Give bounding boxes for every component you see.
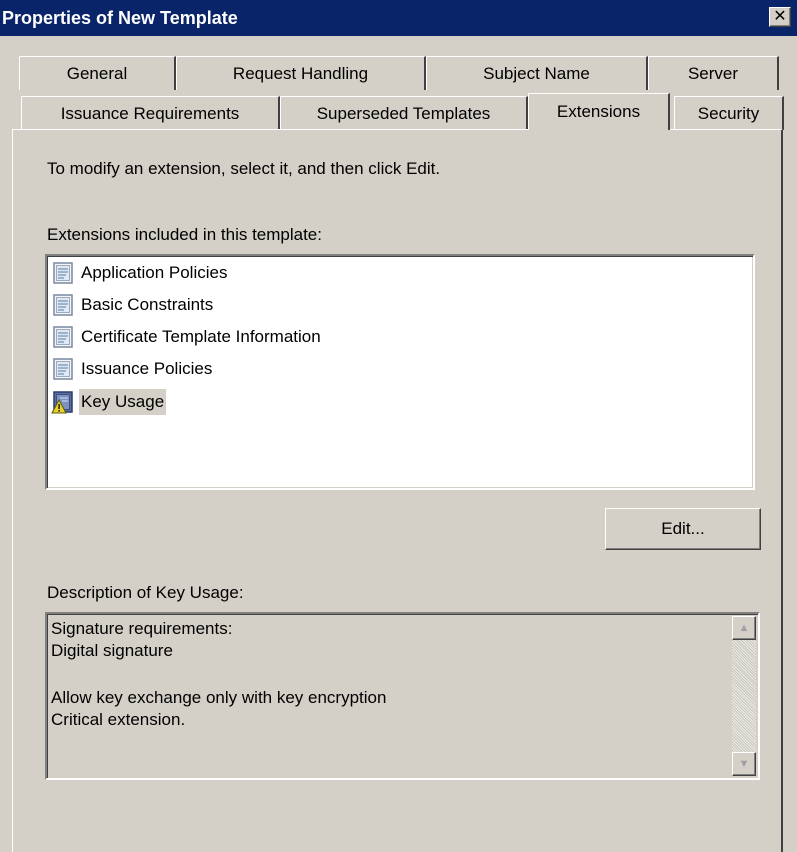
tab-security[interactable]: Security (674, 96, 784, 130)
list-item-label: Issuance Policies (81, 359, 213, 378)
list-item-label: Basic Constraints (81, 295, 214, 314)
description-line: Digital signature (51, 641, 173, 660)
scroll-up-button[interactable]: ▲ (732, 616, 756, 640)
tab-superseded-templates[interactable]: Superseded Templates (280, 96, 528, 130)
extension-icon (53, 294, 73, 316)
extension-icon (53, 358, 73, 380)
down-arrow-icon: ▼ (738, 758, 750, 770)
tab-subject-name[interactable]: Subject Name (426, 56, 648, 90)
tab-server[interactable]: Server (648, 56, 779, 90)
description-line: Signature requirements: (51, 619, 233, 638)
tab-extensions[interactable]: Extensions (528, 93, 670, 130)
list-item-label: Key Usage (79, 389, 167, 415)
description-label: Description of Key Usage: (47, 583, 244, 602)
list-item-key-usage[interactable]: Key Usage (51, 387, 167, 417)
up-arrow-icon: ▲ (738, 622, 750, 634)
tab-request-handling[interactable]: Request Handling (176, 56, 426, 90)
extensions-list[interactable]: Application Policies Basic Constraints C… (45, 254, 755, 490)
list-item-application-policies[interactable]: Application Policies (51, 258, 229, 288)
tab-issuance-requirements[interactable]: Issuance Requirements (21, 96, 280, 130)
window-title: Properties of New Template (2, 7, 238, 28)
description-scrollbar[interactable]: ▲ ▼ (732, 616, 756, 776)
title-bar: Properties of New Template ✕ (0, 0, 797, 36)
description-textbox[interactable]: Signature requirements: Digital signatur… (45, 612, 760, 780)
description-line: Critical extension. (51, 710, 186, 729)
list-item-issuance-policies[interactable]: Issuance Policies (51, 354, 214, 384)
scroll-down-button[interactable]: ▼ (732, 752, 756, 776)
extension-icon (53, 326, 73, 348)
list-item-basic-constraints[interactable]: Basic Constraints (51, 290, 215, 320)
instruction-text: To modify an extension, select it, and t… (47, 159, 441, 178)
edit-button[interactable]: Edit... (605, 508, 761, 550)
critical-extension-warning-icon (51, 391, 73, 414)
list-item-label: Application Policies (81, 263, 228, 282)
tab-general[interactable]: General (19, 56, 176, 90)
extension-icon (53, 262, 73, 284)
close-button[interactable]: ✕ (769, 7, 791, 27)
extensions-list-label: Extensions included in this template: (47, 225, 322, 244)
list-item-label: Certificate Template Information (81, 327, 321, 346)
close-icon: ✕ (773, 8, 787, 25)
description-line: Allow key exchange only with key encrypt… (51, 688, 387, 707)
list-item-certificate-template-information[interactable]: Certificate Template Information (51, 322, 323, 352)
